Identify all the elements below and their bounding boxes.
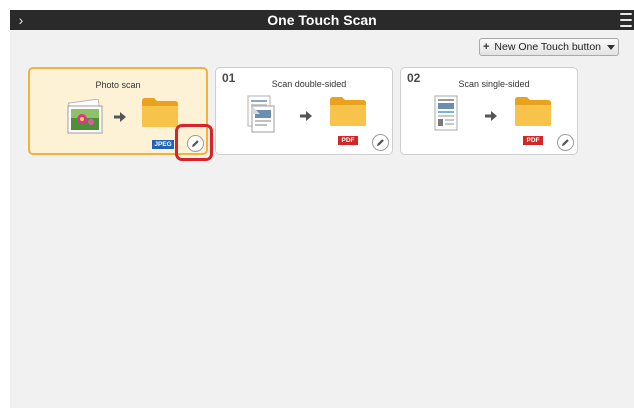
app-window: › One Touch Scan + New One Touch button … <box>10 10 634 408</box>
folder-icon <box>330 97 366 126</box>
card-title: Scan double-sided <box>271 79 347 89</box>
card-title: Scan single-sided <box>458 79 530 89</box>
edit-button[interactable] <box>372 134 389 151</box>
hamburger-icon-line <box>620 25 632 27</box>
double-sided-document-icon <box>247 95 275 133</box>
pencil-icon <box>562 139 569 146</box>
new-button-label: New One Touch button <box>494 41 602 53</box>
folder-icon <box>142 98 178 127</box>
dropdown-arrow-icon <box>607 44 616 50</box>
new-one-touch-button[interactable]: + New One Touch button <box>479 38 619 56</box>
pdf-format-badge: PDF <box>523 136 543 145</box>
plus-icon: + <box>482 41 490 53</box>
jpeg-format-badge: JPEG <box>152 140 174 149</box>
pencil-icon <box>377 139 384 146</box>
edit-button[interactable] <box>557 134 574 151</box>
one-touch-card-02[interactable]: 02 Scan single-sided PDF <box>400 67 578 155</box>
hamburger-icon <box>620 13 632 15</box>
pdf-format-badge: PDF <box>338 136 358 145</box>
folder-icon <box>515 97 551 126</box>
one-touch-card-01[interactable]: 01 Scan double-sided PDF <box>215 67 393 155</box>
card-title: Photo scan <box>95 80 141 90</box>
hamburger-icon-line <box>620 19 632 21</box>
title-bar: › One Touch Scan <box>10 10 634 30</box>
arrow-right-icon <box>485 111 497 121</box>
arrow-right-icon <box>114 112 126 122</box>
edit-button-highlight <box>175 124 213 161</box>
arrow-right-icon <box>300 111 312 121</box>
photos-icon <box>67 99 103 134</box>
single-sided-document-icon <box>434 95 458 131</box>
window-title: One Touch Scan <box>267 12 377 28</box>
hamburger-menu-button[interactable] <box>618 11 634 29</box>
